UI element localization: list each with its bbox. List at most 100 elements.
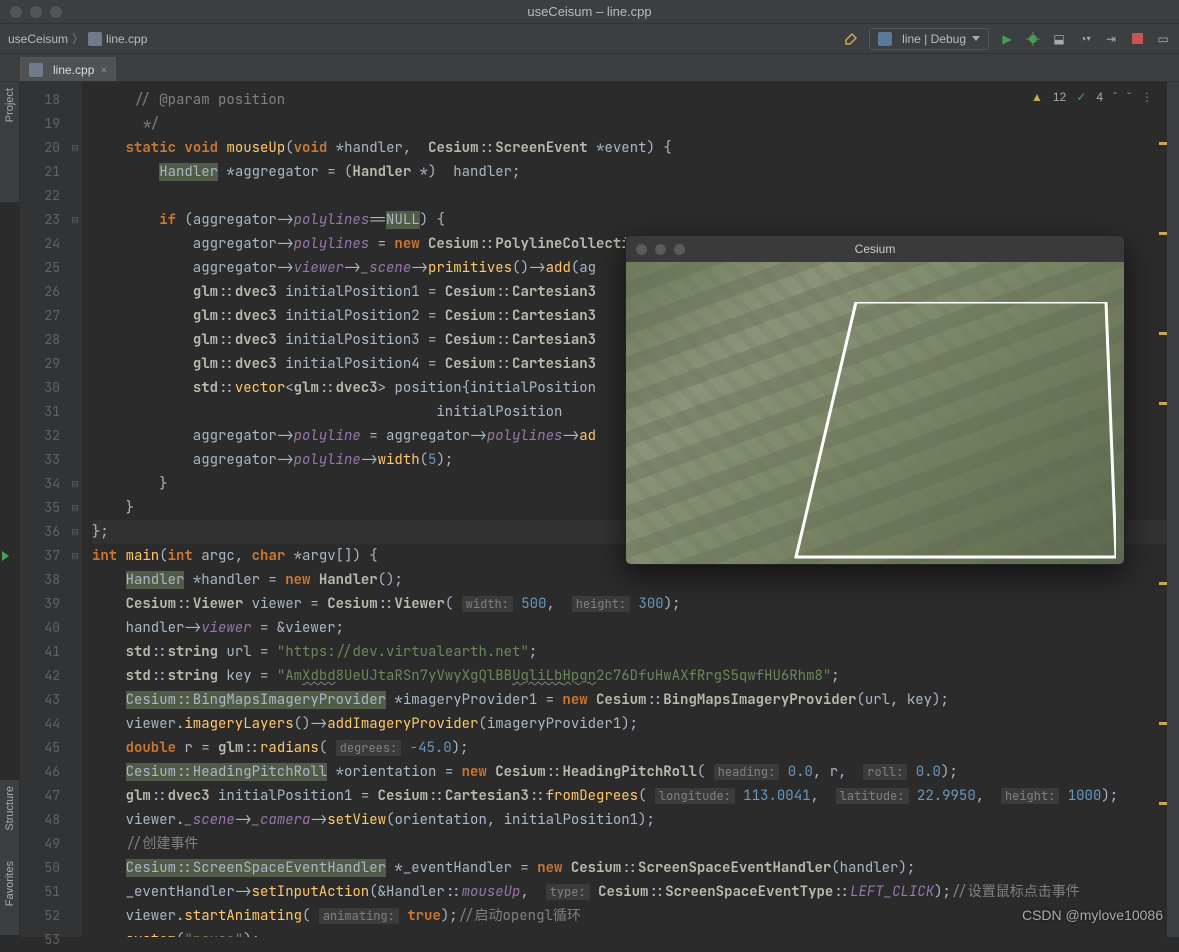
tab-line-cpp[interactable]: line.cpp × bbox=[20, 57, 116, 81]
close-window-icon[interactable] bbox=[10, 6, 22, 18]
warning-count: 12 bbox=[1053, 90, 1066, 104]
stop-button[interactable] bbox=[1129, 31, 1145, 47]
window-titlebar: useCeisum – line.cpp bbox=[0, 0, 1179, 24]
layout-button[interactable]: ▭ bbox=[1155, 31, 1171, 47]
editor-tabs: line.cpp × bbox=[0, 54, 1179, 82]
watermark: CSDN @mylove10086 bbox=[1022, 907, 1163, 923]
line-number: 22 bbox=[20, 184, 60, 208]
popup-titlebar[interactable]: Cesium bbox=[626, 236, 1124, 262]
line-number: 39 bbox=[20, 592, 60, 616]
warning-icon: ▲ bbox=[1031, 90, 1043, 104]
fold-marker[interactable]: ⊟ bbox=[68, 520, 82, 544]
attach-button[interactable]: ⇥ bbox=[1103, 31, 1119, 47]
inspection-summary[interactable]: ▲12 ✓4 ˆ ˇ ⋮ bbox=[1031, 90, 1153, 104]
line-number: 50 bbox=[20, 856, 60, 880]
fold-marker[interactable]: ⊟ bbox=[68, 496, 82, 520]
fold-marker[interactable] bbox=[68, 376, 82, 400]
line-number: 41 bbox=[20, 640, 60, 664]
line-number: 46 bbox=[20, 760, 60, 784]
fold-marker[interactable]: ⊟ bbox=[68, 544, 82, 568]
polyline-overlay bbox=[716, 302, 1116, 562]
fold-marker[interactable] bbox=[68, 592, 82, 616]
fold-marker[interactable] bbox=[68, 160, 82, 184]
run-config-label: line | Debug bbox=[902, 32, 966, 46]
line-number: 27 bbox=[20, 304, 60, 328]
fold-marker[interactable] bbox=[68, 712, 82, 736]
fold-marker[interactable] bbox=[68, 664, 82, 688]
fold-marker[interactable]: ⊟ bbox=[68, 208, 82, 232]
fold-marker[interactable] bbox=[68, 688, 82, 712]
fold-marker[interactable] bbox=[68, 280, 82, 304]
line-number: 35 bbox=[20, 496, 60, 520]
fold-marker[interactable] bbox=[68, 184, 82, 208]
fold-marker[interactable] bbox=[68, 880, 82, 904]
minimize-window-icon[interactable] bbox=[30, 6, 42, 18]
coverage-button[interactable]: ⬓ bbox=[1051, 31, 1067, 47]
more-icon[interactable]: ⋮ bbox=[1141, 90, 1153, 104]
fold-marker[interactable] bbox=[68, 904, 82, 928]
project-tool-tab[interactable]: Project bbox=[4, 88, 16, 122]
line-number: 40 bbox=[20, 616, 60, 640]
left-sidebar-bottom: Structure Favorites bbox=[0, 780, 20, 935]
fold-marker[interactable] bbox=[68, 784, 82, 808]
fold-marker[interactable] bbox=[68, 328, 82, 352]
fold-marker[interactable] bbox=[68, 832, 82, 856]
fold-marker[interactable] bbox=[68, 88, 82, 112]
fold-marker[interactable] bbox=[68, 232, 82, 256]
structure-tool-tab[interactable]: Structure bbox=[4, 786, 16, 831]
breadcrumb-root[interactable]: useCeisum bbox=[8, 32, 68, 46]
line-number: 36 bbox=[20, 520, 60, 544]
line-number: 18 bbox=[20, 88, 60, 112]
build-button[interactable] bbox=[843, 31, 859, 47]
error-stripe[interactable] bbox=[1159, 82, 1167, 937]
line-number: 33 bbox=[20, 448, 60, 472]
fold-marker[interactable] bbox=[68, 928, 82, 952]
run-configuration-selector[interactable]: line | Debug bbox=[869, 28, 989, 50]
fold-marker[interactable] bbox=[68, 304, 82, 328]
cesium-preview-window[interactable]: Cesium bbox=[625, 235, 1125, 565]
line-number: 38 bbox=[20, 568, 60, 592]
fold-marker[interactable]: ⊟ bbox=[68, 472, 82, 496]
line-number: 32 bbox=[20, 424, 60, 448]
run-button[interactable]: ▶ bbox=[999, 31, 1015, 47]
profile-button[interactable]: ◔▾ bbox=[1077, 31, 1093, 47]
fold-marker[interactable] bbox=[68, 112, 82, 136]
fold-marker[interactable] bbox=[68, 424, 82, 448]
run-gutter-icon[interactable] bbox=[2, 551, 9, 561]
fold-marker[interactable] bbox=[68, 760, 82, 784]
popup-title: Cesium bbox=[626, 242, 1124, 256]
left-sidebar-top: Project bbox=[0, 82, 20, 202]
line-number: 51 bbox=[20, 880, 60, 904]
check-icon: ✓ bbox=[1076, 90, 1086, 104]
debug-button[interactable] bbox=[1025, 31, 1041, 47]
tab-label: line.cpp bbox=[53, 63, 94, 77]
zoom-window-icon[interactable] bbox=[50, 6, 62, 18]
fold-marker[interactable] bbox=[68, 568, 82, 592]
cesium-canvas[interactable] bbox=[626, 262, 1124, 564]
fold-marker[interactable] bbox=[68, 640, 82, 664]
fold-marker[interactable] bbox=[68, 736, 82, 760]
fold-marker[interactable]: ⊟ bbox=[68, 136, 82, 160]
fold-marker[interactable] bbox=[68, 808, 82, 832]
window-title: useCeisum – line.cpp bbox=[0, 4, 1179, 19]
chevron-up-icon[interactable]: ˆ bbox=[1113, 90, 1117, 104]
target-icon bbox=[878, 32, 892, 46]
line-number: 47 bbox=[20, 784, 60, 808]
line-number: 20 bbox=[20, 136, 60, 160]
line-number: 37 bbox=[20, 544, 60, 568]
fold-marker[interactable] bbox=[68, 856, 82, 880]
close-tab-icon[interactable]: × bbox=[100, 63, 107, 77]
breadcrumb-file[interactable]: line.cpp bbox=[106, 32, 147, 46]
chevron-down-icon[interactable]: ˇ bbox=[1127, 90, 1131, 104]
line-number: 23 bbox=[20, 208, 60, 232]
fold-gutter: ⊟⊟⊟⊟⊟⊟ bbox=[68, 82, 82, 937]
fold-marker[interactable] bbox=[68, 352, 82, 376]
fold-marker[interactable] bbox=[68, 256, 82, 280]
dropdown-icon bbox=[972, 36, 980, 41]
fold-marker[interactable] bbox=[68, 448, 82, 472]
fold-marker[interactable] bbox=[68, 616, 82, 640]
favorites-tool-tab[interactable]: Favorites bbox=[4, 861, 16, 906]
cpp-file-icon bbox=[29, 63, 43, 77]
fold-marker[interactable] bbox=[68, 400, 82, 424]
breadcrumb-separator-icon: 〉 bbox=[72, 30, 84, 47]
